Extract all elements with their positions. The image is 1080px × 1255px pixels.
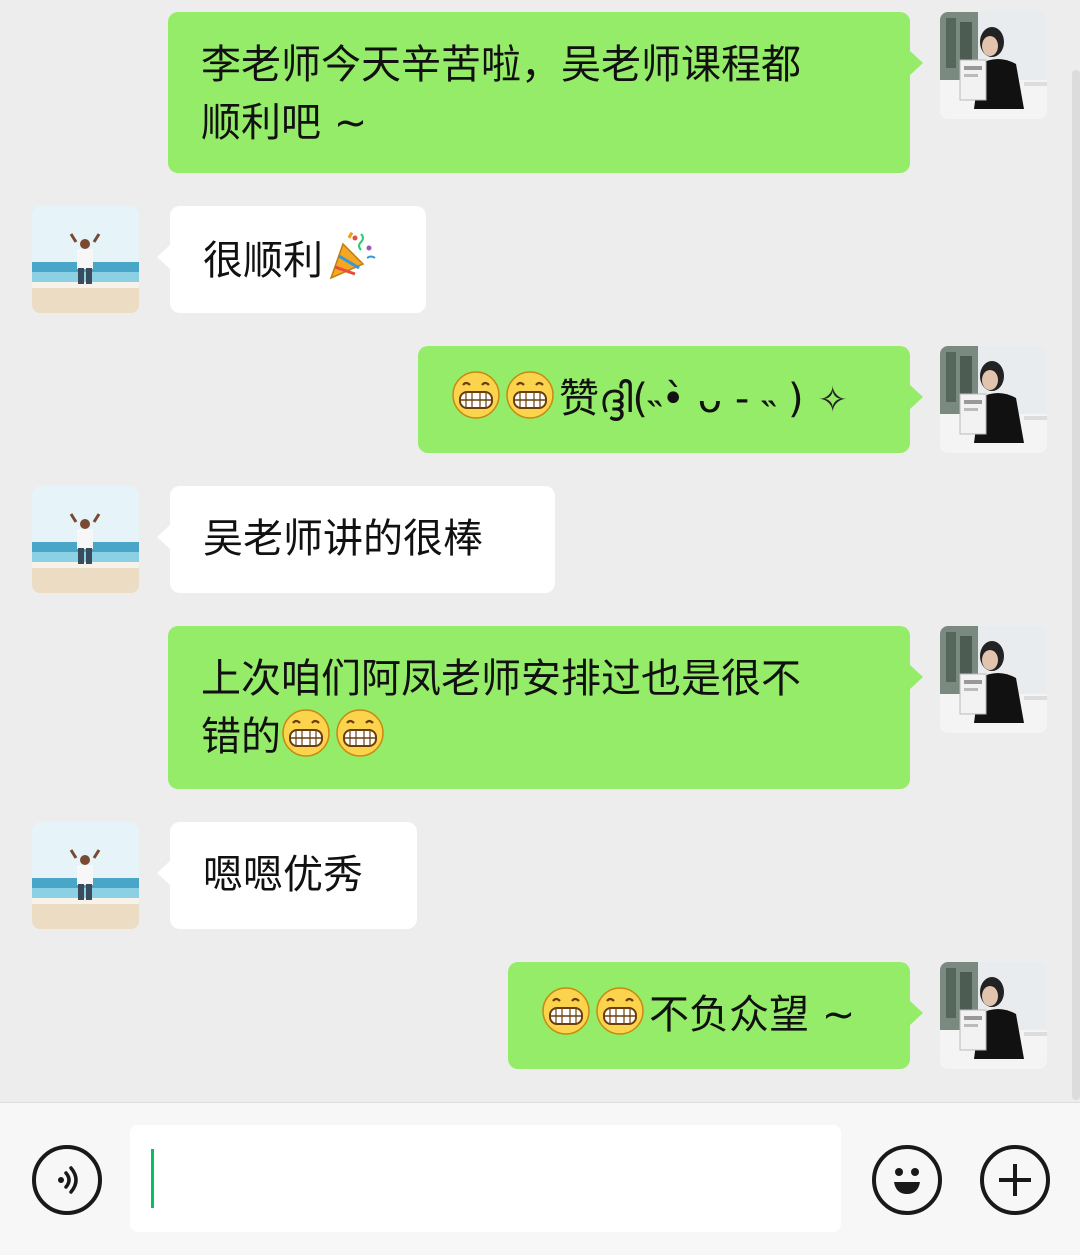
sparkle-text: ✧: [817, 380, 848, 421]
text-caret: [151, 1149, 154, 1208]
message-input[interactable]: [130, 1125, 841, 1232]
grin-emoji-icon: [595, 986, 645, 1036]
message-text: 吴老师讲的很棒: [203, 516, 483, 562]
avatar-contact[interactable]: [32, 486, 139, 593]
scrollbar[interactable]: [1072, 70, 1080, 1100]
grin-emoji-icon: [281, 708, 331, 758]
message-bubble-sent[interactable]: 不负众望 ~: [508, 962, 923, 1069]
message-bubble-received[interactable]: 吴老师讲的很棒: [157, 486, 555, 593]
avatar-contact[interactable]: [32, 206, 139, 313]
message-text: 顺利吧 ~: [201, 100, 368, 146]
avatar-contact[interactable]: [32, 822, 139, 929]
message-bubble-sent[interactable]: 李老师今天辛苦啦，吴老师课程都 顺利吧 ~: [168, 12, 923, 173]
voice-button[interactable]: [32, 1145, 102, 1215]
grin-emoji-icon: [335, 708, 385, 758]
voice-icon: [58, 1166, 78, 1194]
party-popper-icon: [325, 230, 377, 282]
message-text: 嗯嗯优秀: [203, 852, 363, 898]
message-bubble-received[interactable]: 嗯嗯优秀: [157, 822, 417, 929]
avatar-self[interactable]: [940, 346, 1047, 453]
avatar-self[interactable]: [940, 962, 1047, 1069]
plus-icon: [999, 1164, 1031, 1196]
avatar-self[interactable]: [940, 12, 1047, 119]
input-bar: [0, 1102, 1080, 1255]
message-text: 不负众望 ~: [649, 992, 856, 1038]
emoji-button[interactable]: [872, 1145, 942, 1215]
plus-button[interactable]: [980, 1145, 1050, 1215]
grin-emoji-icon: [505, 370, 555, 420]
avatar-self[interactable]: [940, 626, 1047, 733]
message-text: 上次咱们阿凤老师安排过也是很不: [201, 656, 801, 702]
grin-emoji-icon: [541, 986, 591, 1036]
message-bubble-sent[interactable]: 赞ദ്ദി(˵•̀ ᴗ - ˵ ) ✧: [418, 346, 923, 453]
message-bubble-received[interactable]: 很顺利: [157, 206, 426, 313]
grin-emoji-icon: [451, 370, 501, 420]
message-text: 李老师今天辛苦啦，吴老师课程都: [201, 42, 801, 88]
message-text: 赞ദ്ദി(˵•̀ ᴗ - ˵ ): [559, 376, 804, 422]
chat-area[interactable]: 李老师今天辛苦啦，吴老师课程都 顺利吧 ~ 很顺利 赞ദ്ദി(˵•̀ ᴗ - …: [0, 0, 1080, 1102]
message-text: 很顺利: [203, 238, 323, 284]
message-text: 错的: [201, 714, 281, 760]
emoji-icon: [894, 1168, 920, 1194]
message-bubble-sent[interactable]: 上次咱们阿凤老师安排过也是很不 错的: [168, 626, 923, 789]
